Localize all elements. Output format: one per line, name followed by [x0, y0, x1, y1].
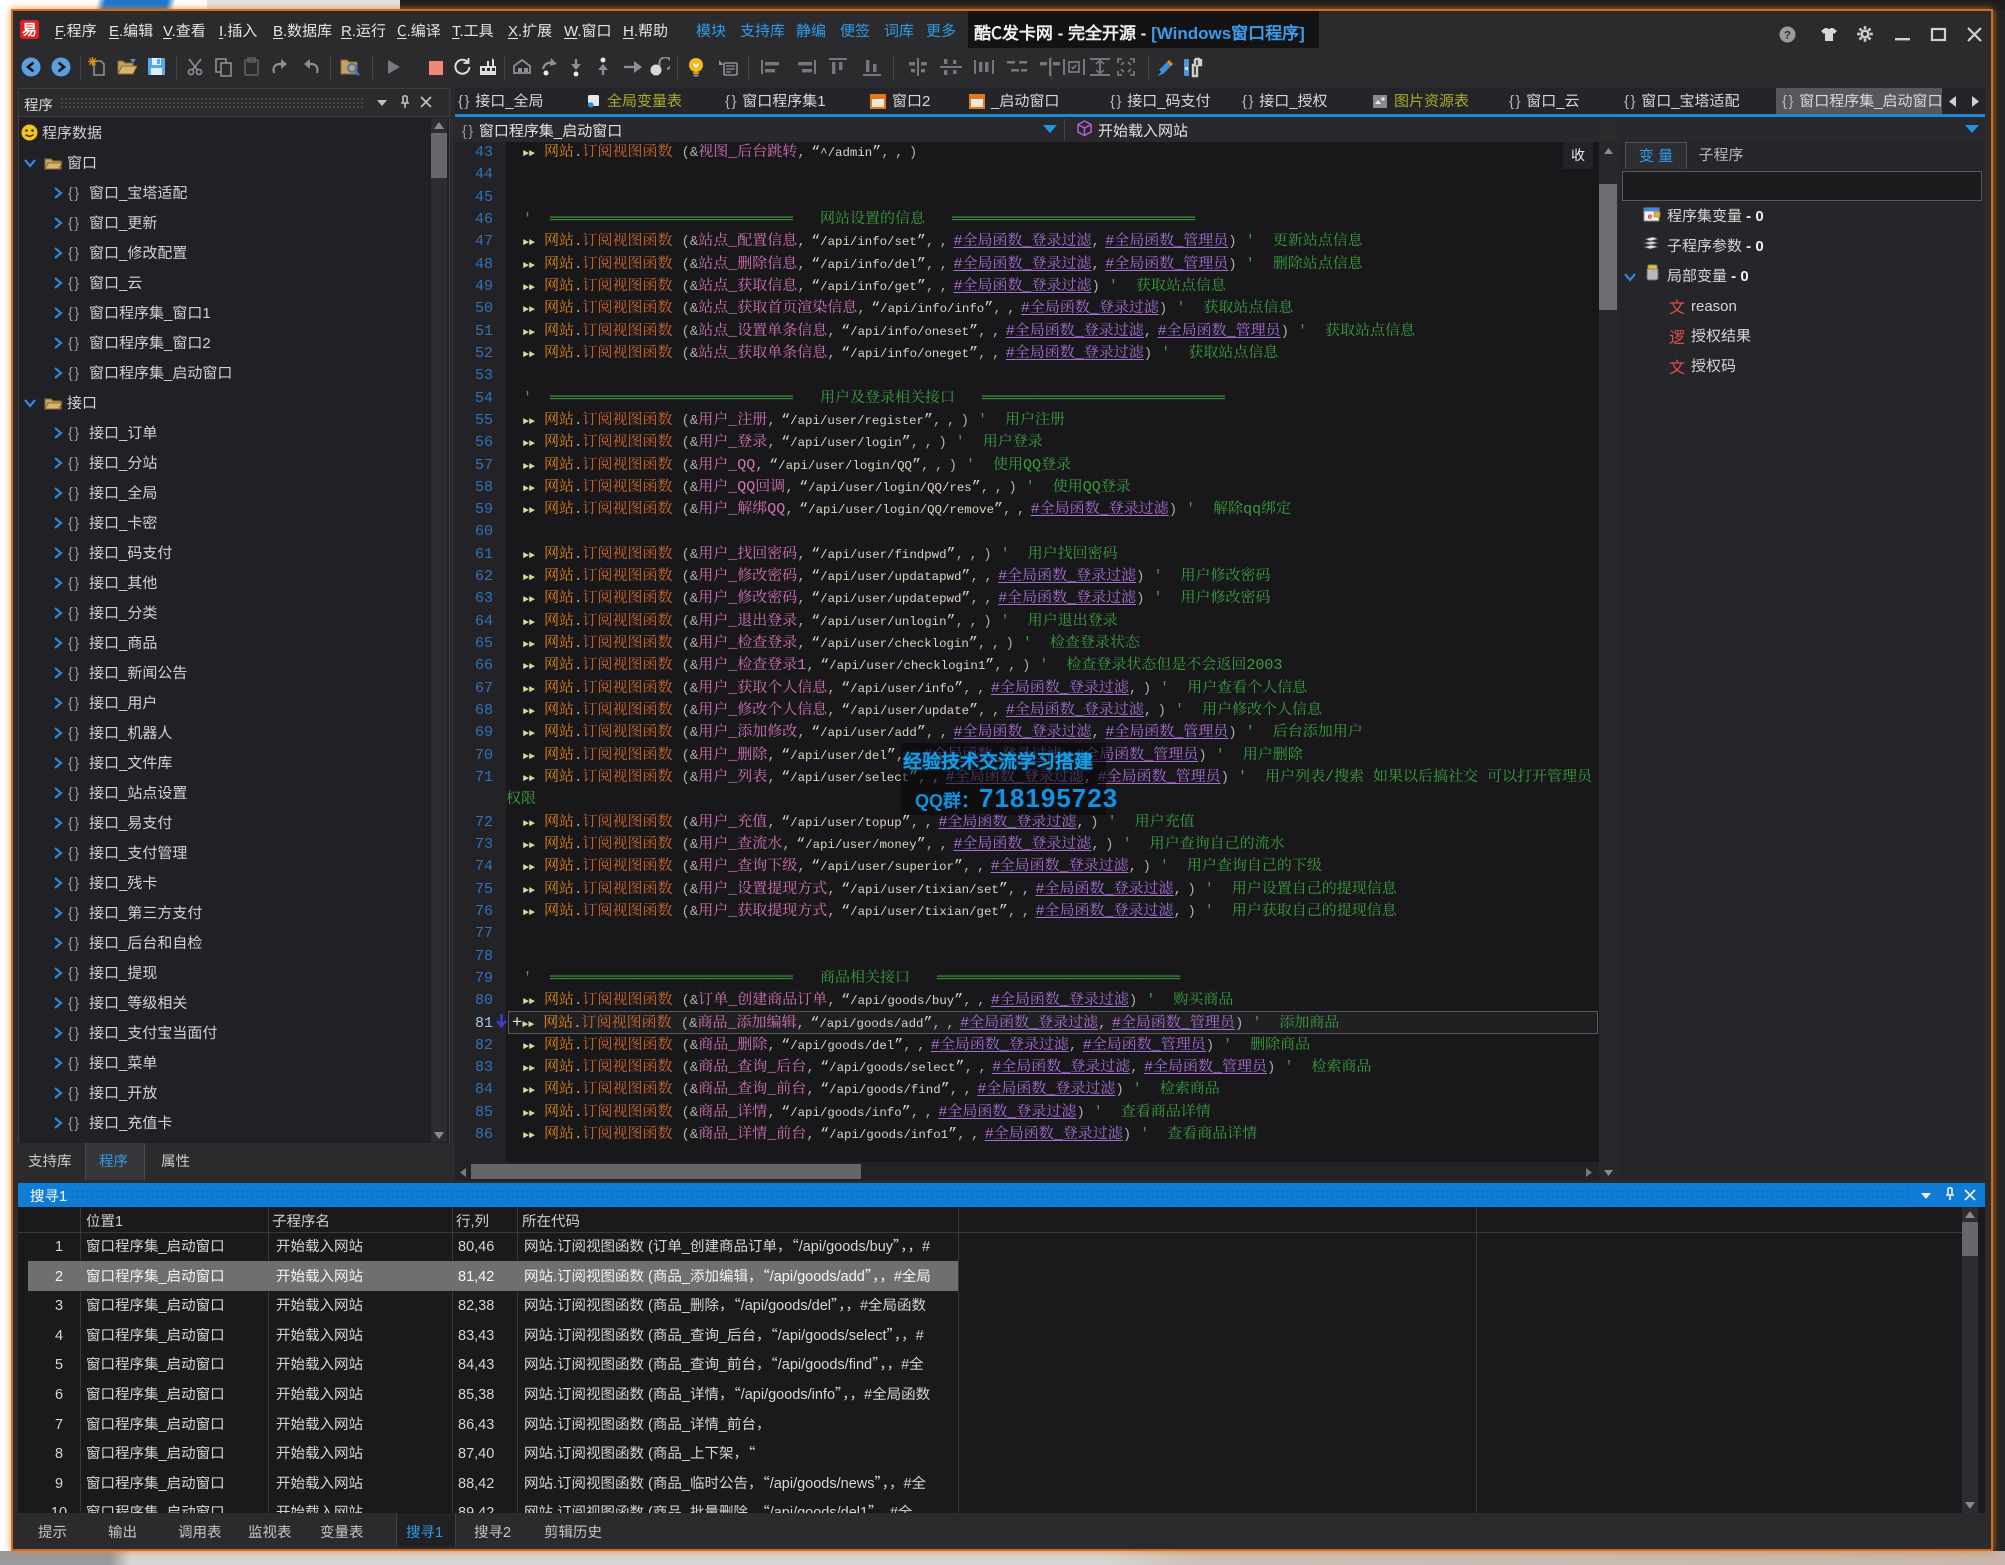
svg-text:?: ? [1784, 27, 1791, 43]
